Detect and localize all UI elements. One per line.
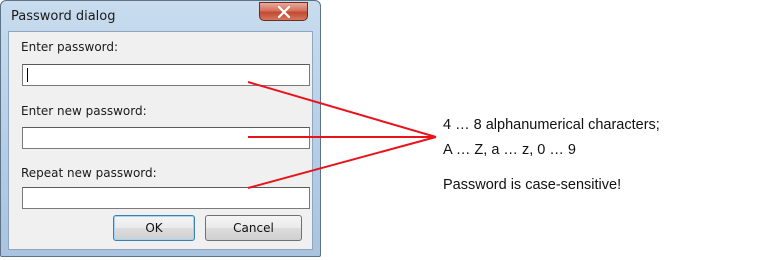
annotation-line-1: 4 … 8 alphanumerical characters; (443, 117, 660, 133)
dialog-title: Password dialog (11, 9, 116, 24)
repeat-new-password-label: Repeat new password: (21, 166, 157, 180)
annotation-line-2: A … Z, a … z, 0 … 9 (443, 142, 576, 158)
enter-new-password-label: Enter new password: (21, 104, 147, 118)
ok-button[interactable]: OK (113, 215, 195, 241)
title-bar[interactable]: Password dialog (1, 1, 320, 31)
text-caret (27, 68, 28, 82)
enter-password-label: Enter password: (21, 40, 119, 54)
password-dialog: Password dialog Enter password: Enter ne… (0, 0, 321, 257)
cancel-button[interactable]: Cancel (205, 215, 302, 241)
enter-password-input[interactable] (22, 64, 310, 86)
repeat-new-password-input[interactable] (22, 187, 310, 209)
enter-new-password-input[interactable] (22, 127, 310, 149)
close-x-icon (277, 5, 290, 18)
close-button[interactable] (259, 2, 308, 21)
annotation-line-3: Password is case-sensitive! (443, 177, 622, 193)
